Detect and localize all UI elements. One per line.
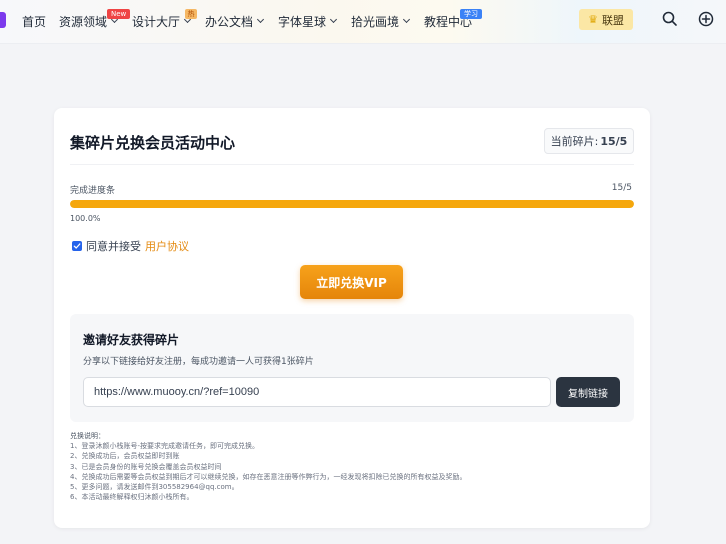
nav-item-gallery[interactable]: 拾光画境 bbox=[351, 12, 411, 30]
nav-item-office[interactable]: 办公文档 bbox=[205, 12, 265, 30]
new-badge: New bbox=[107, 9, 131, 19]
rules-section: 兑换说明： 1、登录沐颜小栈账号-按要求完成邀请任务，即可完成兑换。 2、兑换成… bbox=[70, 431, 466, 502]
hot-badge: 热 bbox=[185, 9, 197, 19]
page-title: 集碎片兑换会员活动中心 bbox=[70, 134, 236, 152]
user-agreement-link[interactable]: 用户协议 bbox=[145, 238, 189, 254]
rules-title: 兑换说明： bbox=[70, 432, 105, 440]
rules-item: 2、兑换成功后，会员权益即时到账 bbox=[70, 452, 180, 461]
divider bbox=[70, 164, 634, 165]
nav-item-label: 拾光画境 bbox=[351, 14, 400, 29]
nav-item-home[interactable]: 首页 bbox=[22, 12, 46, 30]
progress-fill bbox=[70, 200, 634, 208]
nav-item-label: 首页 bbox=[22, 14, 47, 29]
top-nav: 首页 资源领域 New 设计大厅 热 办公文档 字体星球 拾光画境 教程中心 学… bbox=[0, 0, 726, 44]
nav-item-resources[interactable]: 资源领域 New bbox=[59, 9, 131, 30]
chevron-down-icon bbox=[329, 15, 338, 24]
union-button[interactable]: ♛ 联盟 bbox=[579, 9, 633, 30]
agree-checkbox[interactable] bbox=[72, 241, 82, 251]
shards-label: 当前碎片: bbox=[550, 135, 599, 148]
redeem-vip-button[interactable]: 立即兑换VIP bbox=[300, 265, 403, 299]
rules-item: 5、更多问题，请发送邮件到305582964@qq.com。 bbox=[70, 483, 239, 492]
agree-text: 同意并接受 bbox=[86, 240, 141, 253]
agreement-row: 同意并接受 用户协议 bbox=[72, 238, 189, 254]
search-icon[interactable] bbox=[661, 10, 679, 28]
nav-item-label: 字体星球 bbox=[278, 14, 327, 29]
invite-link-input[interactable] bbox=[83, 377, 551, 407]
crown-icon: ♛ bbox=[588, 13, 598, 26]
plus-circle-icon[interactable] bbox=[697, 10, 715, 28]
study-badge: 学习 bbox=[460, 9, 482, 19]
nav-item-tutorials[interactable]: 教程中心 学习 bbox=[424, 9, 482, 30]
rules-item: 3、已是会员身份的账号兑换会覆盖会员权益时间 bbox=[70, 462, 222, 471]
shards-value: 15/5 bbox=[600, 134, 628, 148]
chevron-down-icon bbox=[256, 15, 265, 24]
current-shards-badge: 当前碎片: 15/5 bbox=[544, 128, 634, 154]
nav-item-label: 办公文档 bbox=[205, 14, 254, 29]
progress-label: 完成进度条 bbox=[70, 186, 116, 196]
invite-title: 邀请好友获得碎片 bbox=[83, 333, 180, 347]
nav-item-label: 资源领域 bbox=[59, 14, 108, 29]
nav-item-label: 设计大厅 bbox=[132, 14, 181, 29]
nav-item-fonts[interactable]: 字体星球 bbox=[278, 12, 338, 30]
check-icon bbox=[73, 243, 81, 249]
union-label: 联盟 bbox=[601, 13, 624, 27]
rules-item: 1、登录沐颜小栈账号-按要求完成邀请任务，即可完成兑换。 bbox=[70, 442, 259, 451]
exchange-card: 集碎片兑换会员活动中心 当前碎片: 15/5 完成进度条 15/5 100.0%… bbox=[54, 108, 650, 528]
progress-percent: 100.0% bbox=[70, 214, 101, 223]
invite-description: 分享以下链接给好友注册，每成功邀请一人可获得1张碎片 bbox=[83, 357, 314, 367]
progress-count: 15/5 bbox=[611, 183, 632, 193]
copy-link-button[interactable]: 复制链接 bbox=[556, 377, 620, 407]
rules-item: 4、兑换成功后需要等会员权益到期后才可以继续兑换，如存在恶意注册等作弊行为，一经… bbox=[70, 472, 467, 481]
invite-panel: 邀请好友获得碎片 分享以下链接给好友注册，每成功邀请一人可获得1张碎片 复制链接 bbox=[70, 314, 634, 422]
nav-item-design[interactable]: 设计大厅 热 bbox=[132, 9, 197, 30]
rules-item: 6、本活动最终解释权归沐颜小栈所有。 bbox=[70, 493, 194, 502]
chevron-down-icon bbox=[402, 15, 411, 24]
progress-bar bbox=[70, 200, 634, 208]
logo[interactable] bbox=[0, 12, 6, 28]
